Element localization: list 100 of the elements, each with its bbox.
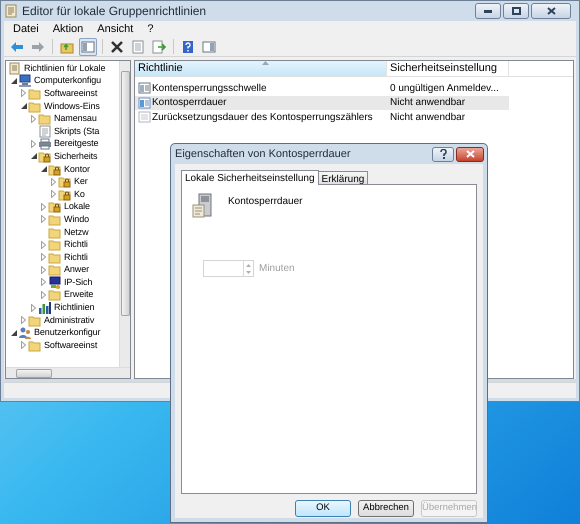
tree-item[interactable]: Lokale [64,201,90,212]
tree-item[interactable]: Anwer [64,264,90,276]
spin-up-icon [244,262,253,269]
window-title: Editor für lokale Gruppenrichtlinien [22,3,206,20]
tree-item[interactable]: Softwareeinst [44,88,98,99]
dialog-button[interactable]: Abbrechen [358,500,414,517]
folder-icon [28,338,42,352]
table-cell-text: Kontosperrdauer [152,96,226,110]
scrollbar-thumb[interactable] [120,71,130,316]
menu-item[interactable]: Datei [13,20,39,38]
dialog-button[interactable]: OK [295,500,351,517]
tab[interactable]: Erklärung [318,171,368,184]
help-icon [181,40,195,54]
tree-item[interactable]: Erweite [64,289,94,300]
tree-item[interactable]: Windo [64,214,90,225]
expanded-arrow-icon[interactable] [20,103,26,110]
spin-down-icon [244,269,253,276]
tree-item[interactable]: Skripts (Sta [54,126,100,137]
collapsed-arrow-icon[interactable] [31,114,36,123]
tree-item[interactable]: Computerkonfigu [34,75,102,86]
printer-icon [38,137,52,150]
tree-item[interactable]: Richtlinien [54,302,94,314]
locked-folder-icon [58,175,72,188]
collapsed-arrow-icon[interactable] [41,290,46,299]
locked-folder-icon [38,150,52,163]
back-arrow-icon [10,40,24,54]
folder-icon [48,263,62,276]
tree-item[interactable]: Kontor [64,164,90,175]
minimize-button[interactable] [475,3,501,19]
expanded-arrow-icon[interactable] [30,153,36,160]
tree-item[interactable]: Bereitgeste [54,138,98,150]
collapsed-arrow-icon[interactable] [21,89,26,98]
unit-label: Minuten [259,262,295,276]
policy-icon [138,96,151,109]
dialog-title: Eigenschaften von Kontosperrdauer [175,146,351,162]
column-header[interactable]: Richtlinie [135,61,387,76]
maximize-button[interactable] [503,3,529,19]
policy-icon [138,82,151,94]
expanded-arrow-icon[interactable] [10,78,16,84]
policy-row[interactable]: Kontensperrungsschwelle 0 ungültigen Anmeldev... [135,81,509,96]
expanded-arrow-icon[interactable] [10,330,16,336]
folder-icon [28,100,42,113]
collapsed-arrow-icon[interactable] [51,178,56,186]
forward-arrow-icon [31,40,45,54]
expanded-arrow-icon[interactable] [40,166,46,172]
tree-item[interactable]: Windows-Eins [44,100,100,112]
locked-folder-icon [48,162,62,176]
vertical-scrollbar[interactable] [119,61,130,367]
tree-item[interactable]: Ko [74,188,85,200]
folder-icon [48,238,62,252]
app-icon [5,4,18,18]
collapsed-arrow-icon[interactable] [41,253,46,262]
tree-item[interactable]: Netzw [64,226,89,238]
tree-item[interactable]: Ker [74,176,88,188]
script-page-icon [38,124,52,138]
collapsed-arrow-icon[interactable] [41,240,46,249]
tree-item[interactable]: Benutzerkonfigur [34,327,100,338]
tree-item[interactable]: Richtli [64,239,88,250]
locked-folder-icon [48,200,62,214]
folder-icon [48,250,62,264]
policy-row[interactable]: Kontosperrdauer Nicht anwendbar [135,96,509,110]
collapsed-arrow-icon[interactable] [51,190,56,198]
maximize-icon [512,7,520,15]
delete-x-icon [110,40,124,54]
collapsed-arrow-icon[interactable] [41,202,46,211]
policy-row[interactable]: Zurücksetzungsdauer des Kontosperrungszählers Nicht anwendbar [135,110,509,124]
network-computer-icon [48,276,62,289]
tree-item[interactable]: Namensau [54,113,97,124]
menu-item[interactable]: Aktion [52,20,84,38]
collapsed-arrow-icon[interactable] [21,316,26,324]
menu-item[interactable]: Ansicht [97,20,134,38]
minimize-icon [484,10,492,12]
tree-item[interactable]: Richtli [64,252,88,263]
horizontal-scrollbar[interactable] [6,367,130,378]
collapsed-arrow-icon[interactable] [41,215,46,224]
table-cell-text: Nicht anwendbar [389,110,466,125]
collapsed-arrow-icon[interactable] [41,266,46,274]
tree-item[interactable]: IP-Sich [64,276,92,288]
console-tree-icon [81,40,95,54]
collapsed-arrow-icon[interactable] [31,304,36,312]
policy-document-icon [8,62,22,75]
close-button[interactable] [456,146,484,162]
close-button[interactable] [531,3,571,19]
scrollbar-thumb[interactable] [16,368,52,378]
help-button[interactable] [432,146,454,162]
menu-item[interactable]: ? [147,20,154,38]
tree-item[interactable]: Richtlinien für Lokale [24,62,106,74]
tree-item[interactable]: Administrativ [44,314,94,326]
tree-item[interactable]: Softwareeinst [44,340,98,351]
tab[interactable]: Lokale Sicherheitseinstellung [181,170,319,185]
tree-item[interactable]: Sicherheits [54,150,98,162]
close-icon [466,150,474,158]
properties-sheet-icon [131,40,145,54]
bar-chart-icon [38,301,52,314]
collapsed-arrow-icon[interactable] [21,341,26,350]
folder-icon [48,226,62,239]
collapsed-arrow-icon[interactable] [31,140,36,148]
server-icon [192,193,214,219]
collapsed-arrow-icon[interactable] [41,278,46,286]
table-cell-text: Zurücksetzungsdauer des Kontosperrungszählers [152,110,373,125]
